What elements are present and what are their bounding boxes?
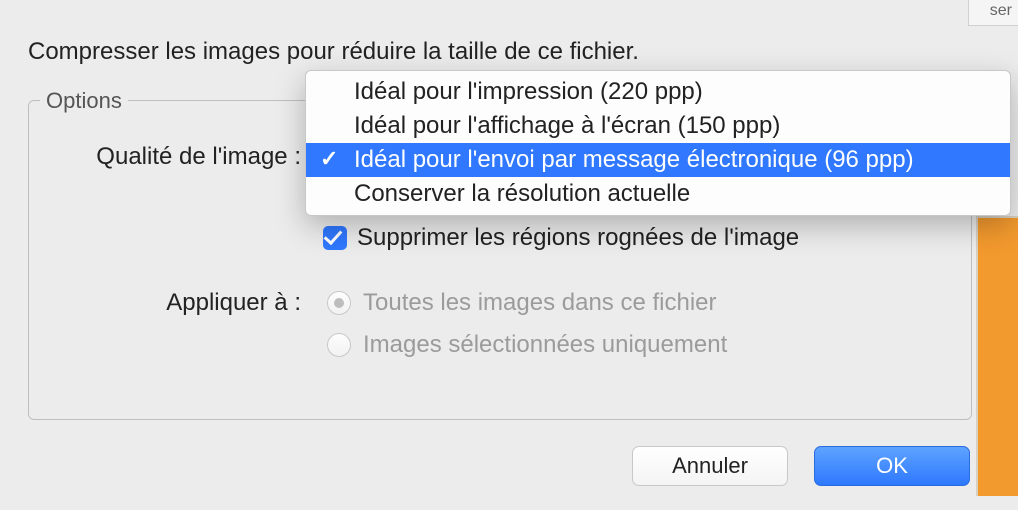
delete-cropped-label: Supprimer les régions rognées de l'image [357,224,799,252]
apply-to-row: Appliquer à : [49,289,309,317]
radio-all-images-label: Toutes les images dans ce fichier [363,289,717,317]
delete-cropped-checkbox[interactable] [323,226,347,250]
background-window-fragment: ser [968,0,1018,26]
image-quality-label: Qualité de l'image : [49,143,309,171]
delete-cropped-checkbox-row[interactable]: Supprimer les régions rognées de l'image [323,224,799,252]
radio-all-images[interactable]: Toutes les images dans ce fichier [327,289,727,317]
dropdown-item-print[interactable]: Idéal pour l'impression (220 ppp) [306,75,1010,109]
radio-selected-images-label: Images sélectionnées uniquement [363,331,727,359]
dropdown-item-screen[interactable]: Idéal pour l'affichage à l'écran (150 pp… [306,109,1010,143]
background-strip [976,216,1018,496]
dialog-button-bar: Annuler OK [632,446,970,486]
apply-to-radio-group: Toutes les images dans ce fichier Images… [327,289,727,373]
cancel-button[interactable]: Annuler [632,446,788,486]
dialog-title: Compresser les images pour réduire la ta… [28,38,639,66]
radio-selected-images[interactable]: Images sélectionnées uniquement [327,331,727,359]
image-quality-dropdown[interactable]: Idéal pour l'impression (220 ppp) Idéal … [305,70,1011,216]
options-group-label: Options [40,88,128,114]
ok-button[interactable]: OK [814,446,970,486]
apply-to-label: Appliquer à : [49,289,309,317]
dropdown-item-keep[interactable]: Conserver la résolution actuelle [306,177,1010,211]
radio-all-images-button[interactable] [327,291,351,315]
radio-selected-images-button[interactable] [327,333,351,357]
image-quality-row: Qualité de l'image : [49,143,309,171]
dropdown-item-email[interactable]: Idéal pour l'envoi par message électroni… [306,143,1010,177]
